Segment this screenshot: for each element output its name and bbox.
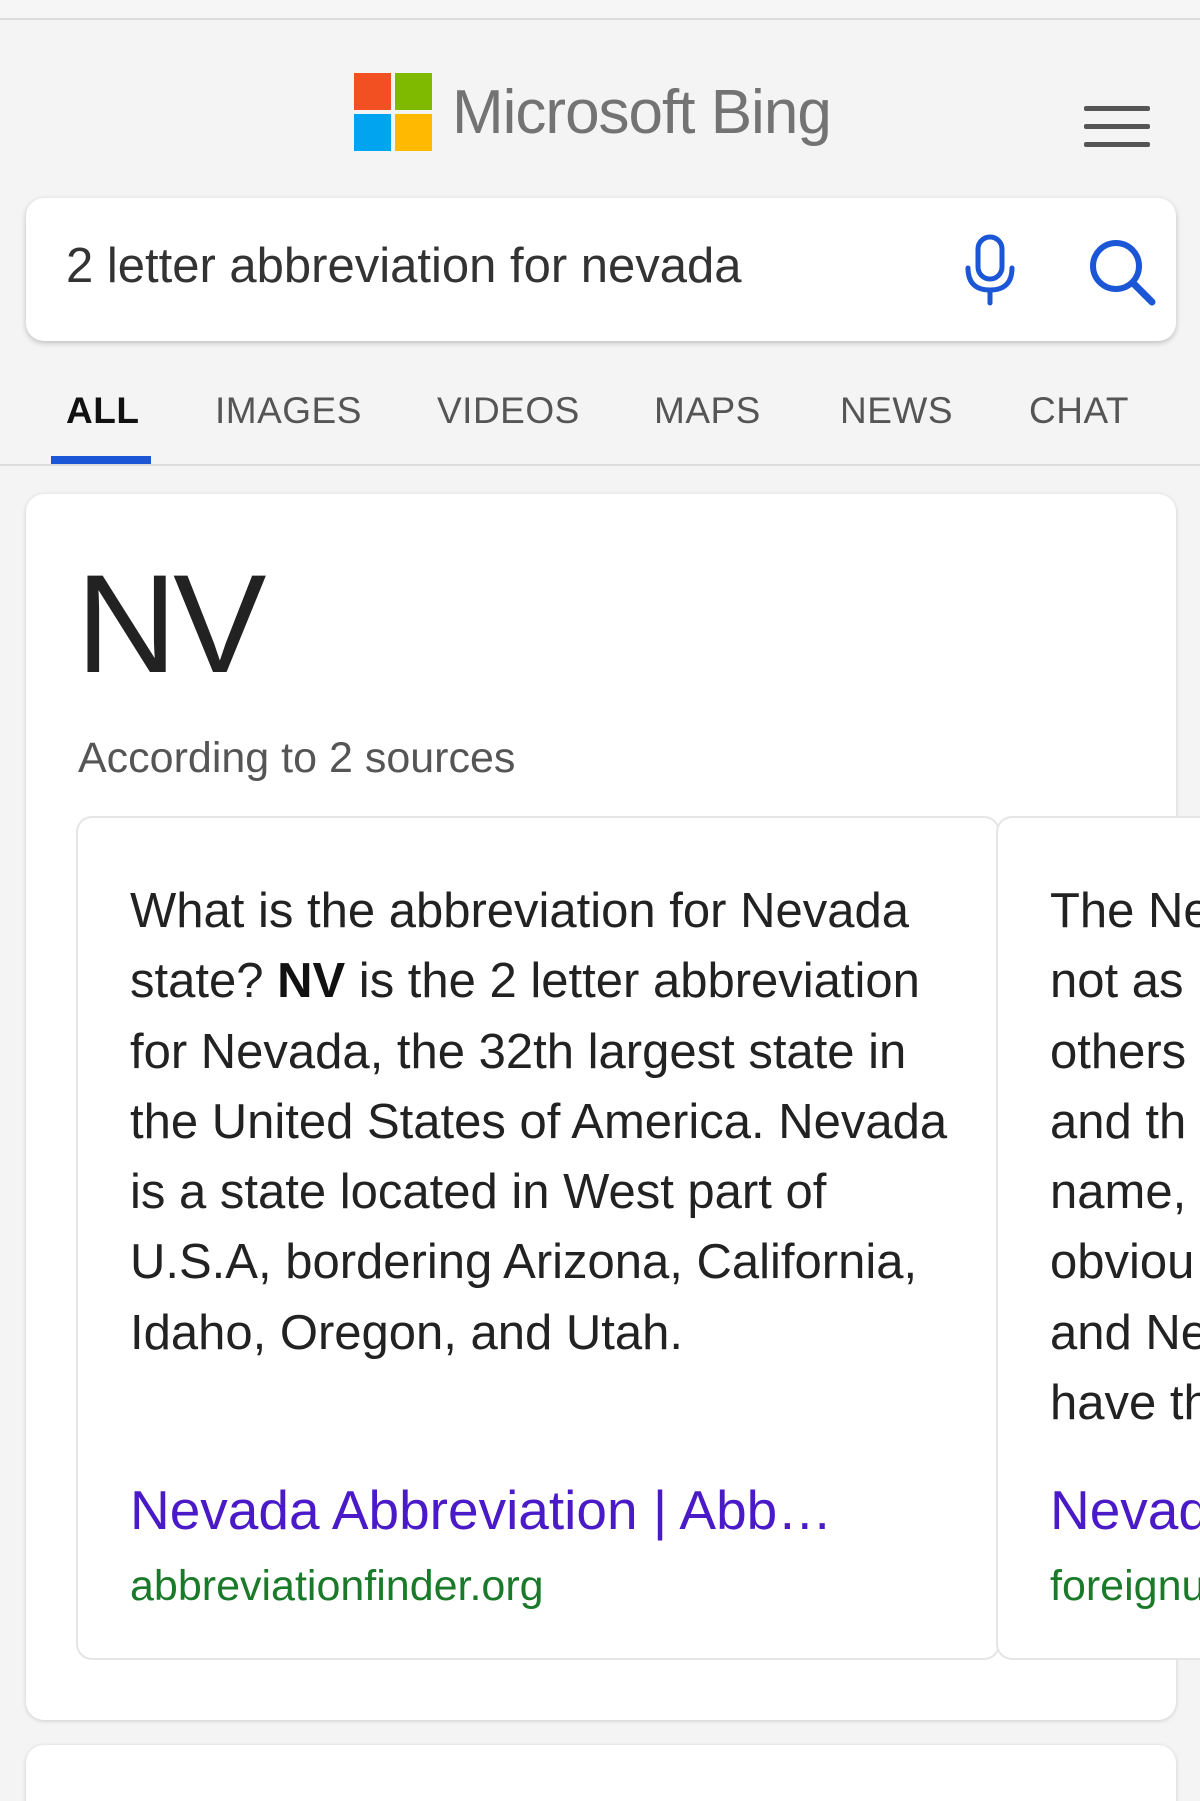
- microsoft-logo-icon: [354, 73, 432, 151]
- microphone-icon[interactable]: [956, 234, 1024, 306]
- search-input[interactable]: [66, 238, 886, 294]
- page: Microsoft Bing ALL IMAGES VIDEOS MAPS NE…: [0, 0, 1200, 1801]
- source-snippet: The Ne not as others and th name, obviou…: [1050, 884, 1200, 1431]
- source-domain: foreignu: [1050, 1562, 1200, 1610]
- brand-name: Microsoft Bing: [452, 77, 832, 147]
- browser-top-bar: [0, 0, 1200, 20]
- source-card[interactable]: What is the abbreviation for Nevada stat…: [76, 816, 1000, 1660]
- tab-all[interactable]: ALL: [66, 390, 139, 432]
- search-box: [26, 198, 1176, 341]
- tab-images[interactable]: IMAGES: [215, 390, 362, 432]
- source-domain: abbreviationfinder.org: [130, 1562, 544, 1610]
- bing-logo[interactable]: Microsoft Bing: [354, 72, 832, 152]
- hamburger-menu-icon[interactable]: [1084, 104, 1150, 152]
- next-result-card: [26, 1745, 1176, 1801]
- answer-card: NV According to 2 sources What is the ab…: [26, 494, 1200, 1720]
- search-tabs: ALL IMAGES VIDEOS MAPS NEWS CHAT: [0, 372, 1200, 466]
- tab-news[interactable]: NEWS: [840, 390, 953, 432]
- source-count: According to 2 sources: [78, 734, 516, 782]
- tab-chat[interactable]: CHAT: [1029, 390, 1129, 432]
- source-card[interactable]: The Ne not as others and th name, obviou…: [996, 816, 1200, 1660]
- snippet-highlight: NV: [277, 954, 346, 1009]
- source-link[interactable]: Nevada Abbreviation | Abb…: [130, 1478, 832, 1542]
- header: Microsoft Bing: [0, 22, 1200, 192]
- active-tab-indicator: [51, 456, 151, 464]
- source-snippet: What is the abbreviation for Nevada stat…: [130, 884, 948, 1360]
- tab-videos[interactable]: VIDEOS: [437, 390, 580, 432]
- source-link[interactable]: Nevad: [1050, 1478, 1200, 1542]
- tab-maps[interactable]: MAPS: [654, 390, 761, 432]
- answer-title: NV: [76, 545, 266, 702]
- search-icon[interactable]: [1086, 236, 1158, 308]
